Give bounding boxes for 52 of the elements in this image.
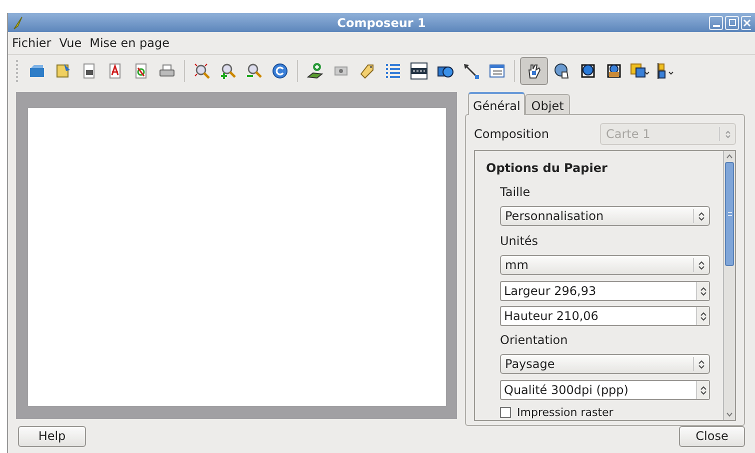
toolbar-button[interactable] (520, 56, 548, 84)
window-title: Composeur 1 (337, 14, 426, 32)
section-title: Options du Papier (485, 160, 608, 177)
minimize-button[interactable] (709, 16, 723, 30)
updown-arrows-icon (700, 386, 706, 394)
tag-icon (358, 62, 376, 80)
menu-item[interactable]: Vue (59, 34, 82, 52)
help-button[interactable]: Help (18, 426, 86, 446)
add-map-icon (306, 62, 324, 80)
tab[interactable]: Général (468, 92, 526, 115)
checkbox-label: Impression raster (517, 406, 614, 419)
field-label: Taille (500, 184, 532, 200)
table-icon (488, 62, 506, 80)
updown-arrows-icon (700, 286, 706, 296)
lower-item-icon (605, 62, 623, 80)
notepad-icon (54, 62, 72, 80)
close-icon (743, 18, 751, 26)
zoom-out-icon (245, 62, 263, 80)
close-button[interactable]: Close (679, 426, 745, 446)
updown-arrows-icon (698, 212, 705, 220)
raise-item-icon (579, 62, 597, 80)
close-button[interactable] (741, 16, 751, 30)
updown-arrows-icon (700, 312, 706, 320)
dropdown[interactable]: Personnalisation (500, 206, 710, 226)
zoom-full-icon (193, 62, 211, 80)
arrow-icon (462, 62, 480, 80)
dropdown[interactable]: Paysage (500, 354, 710, 374)
spin-box[interactable]: Qualité 300dpi (ppp) (500, 380, 710, 400)
updown-arrows-icon (698, 360, 705, 368)
updown-arrows-icon (698, 260, 705, 270)
list-icon (384, 62, 402, 80)
zoom-in-icon (219, 62, 237, 80)
scrollbar[interactable] (723, 151, 735, 420)
updown-arrows-icon (724, 130, 730, 138)
maximize-button[interactable] (725, 16, 739, 30)
scalebar-icon (410, 62, 428, 80)
field-label: Orientation (500, 332, 569, 348)
tab[interactable]: Objet (525, 94, 570, 114)
menu-item[interactable]: Mise en page (90, 34, 170, 52)
leaf-icon (12, 16, 24, 30)
spin-box[interactable]: Largeur 296,93 (500, 281, 710, 301)
scrollbar-thumb[interactable] (725, 162, 734, 266)
field-label: Unités (500, 233, 540, 249)
dropdown[interactable]: mm (500, 255, 710, 275)
refresh-icon (271, 62, 289, 80)
field-label: Composition (474, 126, 549, 143)
spin-box[interactable]: Hauteur 210,06 (500, 306, 710, 326)
printer-icon (158, 62, 176, 80)
menu-item[interactable]: Fichier (12, 34, 52, 52)
checkbox[interactable] (500, 407, 511, 418)
align-icon (656, 62, 676, 80)
stacked-squares-icon (630, 62, 650, 80)
